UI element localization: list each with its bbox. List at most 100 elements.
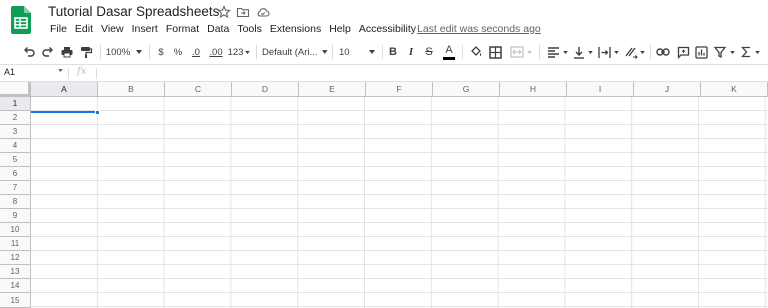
percent-label: % (173, 46, 183, 58)
chevron-down-icon[interactable] (58, 69, 63, 72)
row-header[interactable]: 4 (0, 139, 31, 153)
row-header[interactable]: 9 (0, 209, 31, 223)
column-header[interactable]: A (31, 82, 98, 97)
menu-edit[interactable]: Edit (71, 23, 97, 39)
row-header[interactable]: 14 (0, 279, 31, 293)
column-header[interactable]: G (433, 82, 500, 97)
chevron-down-icon (754, 50, 760, 54)
decrease-decimal-button[interactable]: .0 (188, 43, 204, 61)
zoom-dropdown[interactable]: 100% (104, 43, 144, 61)
redo-icon[interactable] (39, 43, 57, 61)
column-header[interactable]: K (701, 82, 768, 97)
text-color-swatch (443, 56, 455, 60)
column-header[interactable]: F (366, 82, 433, 97)
italic-label: I (408, 46, 414, 58)
column-header[interactable]: J (634, 82, 701, 97)
last-edit-link[interactable]: Last edit was seconds ago (417, 23, 541, 35)
name-box[interactable]: A1 (4, 67, 15, 77)
formula-bar: A1 fx (0, 64, 768, 82)
active-cell-indicator (31, 111, 98, 113)
print-icon[interactable] (58, 43, 76, 61)
column-header[interactable]: I (567, 82, 634, 97)
row-header[interactable]: 8 (0, 195, 31, 209)
fill-handle[interactable] (95, 110, 100, 115)
row-header[interactable]: 5 (0, 153, 31, 167)
menu-format[interactable]: Format (162, 23, 203, 39)
cloud-saved-icon[interactable] (256, 5, 270, 19)
move-folder-icon[interactable] (236, 5, 250, 19)
menu-bar: File Edit View Insert Format Data Tools … (46, 23, 420, 39)
toolbar-separator (149, 45, 150, 59)
menu-data[interactable]: Data (203, 23, 233, 39)
increase-decimal-button[interactable]: .00 (207, 43, 225, 61)
formula-separator (96, 68, 97, 79)
italic-button[interactable]: I (403, 43, 419, 61)
text-wrapping-icon[interactable] (596, 43, 620, 61)
text-color-button[interactable]: A (440, 43, 458, 61)
horizontal-align-icon[interactable] (544, 43, 570, 61)
bold-label: B (389, 46, 397, 58)
more-formats-dropdown[interactable]: 123 (227, 43, 251, 61)
row-header[interactable]: 15 (0, 293, 31, 308)
menu-insert[interactable]: Insert (128, 23, 162, 39)
formula-input[interactable] (100, 65, 760, 81)
document-title[interactable]: Tutorial Dasar Spreadsheets (48, 4, 219, 19)
decrease-decimal-label: .0 (192, 46, 200, 58)
merge-cells-icon[interactable] (508, 43, 534, 61)
row-header[interactable]: 13 (0, 265, 31, 279)
column-header[interactable]: B (98, 82, 165, 97)
toolbar-separator (462, 45, 463, 59)
row-header[interactable]: 11 (0, 237, 31, 251)
chevron-down-icon (322, 50, 328, 54)
menu-view[interactable]: View (97, 23, 128, 39)
borders-icon[interactable] (486, 43, 504, 61)
row-header[interactable]: 7 (0, 181, 31, 195)
chevron-down-icon (729, 50, 735, 54)
filter-icon[interactable] (711, 43, 737, 61)
insert-chart-icon[interactable] (692, 43, 710, 61)
undo-icon[interactable] (20, 43, 38, 61)
bold-button[interactable]: B (385, 43, 401, 61)
row-header[interactable]: 10 (0, 223, 31, 237)
insert-comment-icon[interactable] (674, 43, 692, 61)
fx-icon: fx (77, 66, 87, 77)
insert-link-icon[interactable] (654, 43, 672, 61)
column-header[interactable]: E (299, 82, 366, 97)
row-header[interactable]: 1 (0, 97, 31, 111)
paint-format-icon[interactable] (77, 43, 95, 61)
functions-icon[interactable] (738, 43, 762, 61)
menu-help[interactable]: Help (325, 23, 355, 39)
row-header[interactable]: 2 (0, 111, 31, 125)
menu-tools[interactable]: Tools (233, 23, 266, 39)
sheets-logo-icon[interactable] (11, 6, 31, 34)
column-header[interactable]: C (165, 82, 232, 97)
strikethrough-label: S (425, 46, 433, 58)
row-header[interactable]: 12 (0, 251, 31, 265)
column-header[interactable]: H (500, 82, 567, 97)
toolbar-separator (100, 45, 101, 59)
strikethrough-button[interactable]: S (421, 43, 437, 61)
chevron-down-icon (613, 50, 619, 54)
text-rotation-icon[interactable] (621, 43, 647, 61)
percent-format-button[interactable]: % (171, 43, 185, 61)
row-header[interactable]: 6 (0, 167, 31, 181)
toolbar: 100% $ % .0 .00 123 Default (Ari... 10 B… (0, 40, 768, 64)
row-header[interactable]: 3 (0, 125, 31, 139)
toolbar-separator (256, 45, 257, 59)
menu-accessibility[interactable]: Accessibility (355, 23, 420, 39)
title-bar: Tutorial Dasar Spreadsheets File Edit Vi… (0, 0, 768, 40)
column-header[interactable]: D (232, 82, 299, 97)
fill-color-icon[interactable] (467, 43, 485, 61)
toolbar-separator (539, 45, 540, 59)
currency-format-button[interactable]: $ (154, 43, 168, 61)
font-family-value: Default (Ari... (262, 46, 318, 58)
font-family-dropdown[interactable]: Default (Ari... (262, 43, 328, 61)
vertical-align-icon[interactable] (571, 43, 595, 61)
cell-area[interactable] (31, 97, 768, 308)
star-icon[interactable] (217, 5, 231, 19)
select-all-corner[interactable] (0, 82, 31, 97)
font-size-dropdown[interactable]: 10 (339, 43, 379, 61)
menu-file[interactable]: File (46, 23, 71, 39)
menu-extensions[interactable]: Extensions (266, 23, 325, 39)
toolbar-separator (332, 45, 333, 59)
